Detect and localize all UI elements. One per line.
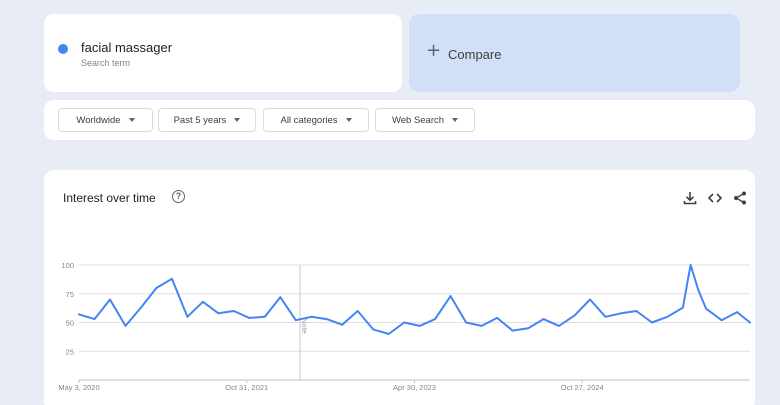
download-icon[interactable] — [682, 190, 698, 206]
help-icon[interactable]: ? — [172, 190, 185, 203]
filter-bar: Worldwide Past 5 years All categories We… — [44, 100, 755, 140]
compare-label: Compare — [448, 47, 502, 62]
embed-code-icon[interactable] — [707, 190, 723, 206]
search-term-card[interactable]: facial massager Search term — [44, 14, 402, 92]
share-icon[interactable] — [732, 190, 748, 206]
caret-down-icon — [345, 118, 352, 122]
region-dropdown[interactable]: Worldwide — [58, 108, 153, 132]
interest-over-time-card: Interest over time ? — [44, 170, 755, 405]
time-range-label: Past 5 years — [173, 114, 227, 126]
plus-icon: + — [426, 40, 442, 61]
search-term-sublabel: Search term — [81, 58, 131, 68]
search-type-label: Web Search — [391, 114, 445, 126]
caret-down-icon — [128, 118, 135, 122]
time-range-dropdown[interactable]: Past 5 years — [158, 108, 256, 132]
search-term-name[interactable]: facial massager — [81, 40, 172, 55]
search-type-dropdown[interactable]: Web Search — [375, 108, 475, 132]
region-label: Worldwide — [76, 114, 121, 126]
series-color-dot — [58, 44, 68, 54]
caret-down-icon — [234, 118, 241, 122]
compare-button[interactable]: + Compare — [409, 14, 740, 92]
category-label: All categories — [280, 114, 338, 126]
category-dropdown[interactable]: All categories — [263, 108, 369, 132]
chart-title: Interest over time — [63, 191, 156, 205]
caret-down-icon — [452, 118, 459, 122]
